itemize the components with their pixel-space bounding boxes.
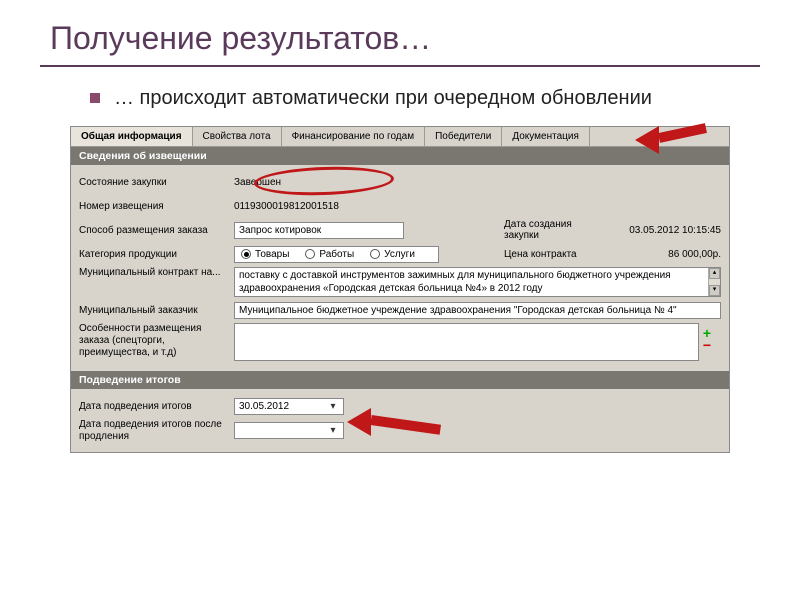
scroll-down-icon[interactable]: ▾ xyxy=(709,285,720,296)
tab-bar: Общая информация Свойства лота Финансиро… xyxy=(71,127,729,147)
remove-icon[interactable]: − xyxy=(703,339,711,351)
label-state: Состояние закупки xyxy=(79,177,234,188)
slide-title: Получение результатов… xyxy=(40,20,760,57)
label-result-date2: Дата подведения итогов после продления xyxy=(79,419,234,442)
bullet-text: … происходит автоматически при очередном… xyxy=(114,85,652,112)
radio-dot-icon xyxy=(305,249,315,259)
value-state: Завершен xyxy=(234,177,281,188)
label-method: Способ размещения заказа xyxy=(79,225,234,236)
section-body-results: Дата подведения итогов 30.05.2012 ▾ Дата… xyxy=(71,389,729,452)
bullet-item: … происходит автоматически при очередном… xyxy=(40,85,760,112)
tab-docs[interactable]: Документация xyxy=(502,127,590,146)
textarea-features[interactable] xyxy=(234,323,699,361)
radio-works[interactable]: Работы xyxy=(305,249,354,260)
tab-financing[interactable]: Финансирование по годам xyxy=(282,127,426,146)
dropdown-icon[interactable]: ▾ xyxy=(327,401,339,412)
radio-services[interactable]: Услуги xyxy=(370,249,415,260)
tab-winners[interactable]: Победители xyxy=(425,127,502,146)
radio-goods-label: Товары xyxy=(255,249,289,260)
radio-dot-icon xyxy=(241,249,251,259)
section-body-notice: Состояние закупки Завершен Номер извещен… xyxy=(71,165,729,371)
radio-services-label: Услуги xyxy=(384,249,415,260)
tab-general[interactable]: Общая информация xyxy=(71,127,193,146)
input-result-date[interactable]: 30.05.2012 ▾ xyxy=(234,398,344,415)
date-value: 30.05.2012 xyxy=(239,401,289,412)
bullet-marker xyxy=(90,93,100,103)
input-method[interactable] xyxy=(234,222,404,239)
section-header-notice: Сведения об извещении xyxy=(71,147,729,165)
input-customer[interactable] xyxy=(234,302,721,319)
radio-works-label: Работы xyxy=(319,249,354,260)
title-underline xyxy=(40,65,760,67)
label-customer: Муниципальный заказчик xyxy=(79,305,234,316)
section-header-results: Подведение итогов xyxy=(71,371,729,389)
label-created: Дата создания закупки xyxy=(504,219,596,241)
value-price: 86 000,00р. xyxy=(606,249,721,260)
label-price: Цена контракта xyxy=(504,249,596,260)
app-window: Общая информация Свойства лота Финансиро… xyxy=(70,126,730,453)
label-category: Категория продукции xyxy=(79,249,234,260)
label-number: Номер извещения xyxy=(79,201,234,212)
value-number: 0119300019812001518 xyxy=(234,201,339,212)
textarea-contract-text: поставку с доставкой инструментов зажимн… xyxy=(239,270,671,294)
textarea-contract[interactable]: поставку с доставкой инструментов зажимн… xyxy=(234,267,721,297)
dropdown-icon[interactable]: ▾ xyxy=(327,425,339,436)
value-created: 03.05.2012 10:15:45 xyxy=(606,225,721,236)
radio-goods[interactable]: Товары xyxy=(241,249,289,260)
scroll-up-icon[interactable]: ▴ xyxy=(709,268,720,279)
tab-lot[interactable]: Свойства лота xyxy=(193,127,282,146)
label-contract: Муниципальный контракт на... xyxy=(79,267,234,278)
label-result-date: Дата подведения итогов xyxy=(79,401,234,412)
scrollbar[interactable]: ▴ ▾ xyxy=(708,268,720,296)
input-result-date2[interactable]: ▾ xyxy=(234,422,344,439)
label-features: Особенности размещения заказа (спецторги… xyxy=(79,323,234,359)
radio-dot-icon xyxy=(370,249,380,259)
radio-group-category: Товары Работы Услуги xyxy=(234,246,439,263)
